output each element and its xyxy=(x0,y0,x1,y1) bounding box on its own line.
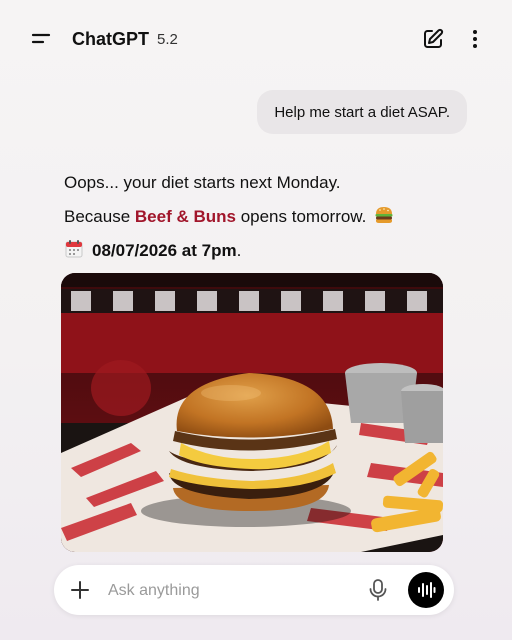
assistant-message: Oops... your diet starts next Monday. Be… xyxy=(64,170,454,272)
event-date-punctuation: . xyxy=(236,241,242,260)
edit-icon[interactable] xyxy=(421,27,445,51)
voice-waveform-icon xyxy=(418,582,436,598)
user-message-text: Help me start a diet ASAP. xyxy=(274,103,450,121)
assistant-line-3: 08/07/2026 at 7pm. xyxy=(64,238,454,272)
mic-icon[interactable] xyxy=(367,578,389,602)
menu-icon[interactable] xyxy=(28,26,54,52)
voice-mode-button[interactable] xyxy=(408,572,444,608)
burger-photo[interactable] xyxy=(61,273,443,552)
chat-input[interactable] xyxy=(106,578,360,604)
app-title[interactable]: ChatGPT xyxy=(72,29,149,50)
calendar-emoji-icon xyxy=(64,239,84,267)
model-version[interactable]: 5.2 xyxy=(157,31,178,48)
assistant-line-2: Because Beef & Buns opens tomorrow. xyxy=(64,204,454,238)
more-vertical-icon[interactable] xyxy=(466,27,484,51)
checkered-stripe xyxy=(61,289,443,313)
top-bar: ChatGPT 5.2 xyxy=(0,0,512,66)
hamburger-emoji-icon xyxy=(374,205,394,233)
event-date: 08/07/2026 at 7pm xyxy=(92,241,237,260)
assistant-line-2-suffix: opens tomorrow. xyxy=(235,207,367,226)
assistant-line-2-prefix: Because xyxy=(64,207,135,226)
assistant-line-1: Oops... your diet starts next Monday. xyxy=(64,173,341,192)
plus-icon[interactable] xyxy=(68,578,92,602)
message-composer xyxy=(54,565,454,615)
brand-name: Beef & Buns xyxy=(134,207,236,226)
user-message-bubble: Help me start a diet ASAP. xyxy=(257,90,467,134)
